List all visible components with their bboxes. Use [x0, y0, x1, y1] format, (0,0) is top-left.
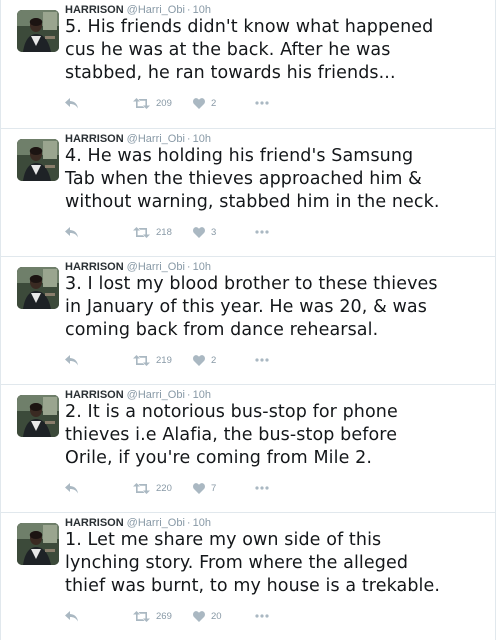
- like-count: 2: [211, 354, 217, 366]
- like-button[interactable]: 7: [193, 480, 216, 496]
- separator: ·: [186, 4, 191, 16]
- author-name[interactable]: HARRISON: [65, 4, 124, 16]
- like-button[interactable]: 20: [193, 608, 222, 624]
- author-handle[interactable]: @Harri_Obi: [127, 4, 185, 16]
- retweet-icon: [133, 610, 150, 622]
- tweet[interactable]: HARRISON @Harri_Obi · 10h 2. It is a notori…: [1, 384, 495, 513]
- tweet-actions: 220 7: [65, 480, 325, 496]
- author-name[interactable]: HARRISON: [65, 261, 124, 273]
- heart-icon: [193, 226, 205, 238]
- reply-icon: [65, 97, 78, 108]
- retweet-count: 269: [156, 610, 172, 622]
- more-button[interactable]: [255, 95, 269, 111]
- retweet-icon: [133, 97, 150, 109]
- retweet-icon: [133, 482, 150, 494]
- more-dots-icon: [255, 486, 269, 490]
- like-count: 20: [211, 610, 222, 622]
- tweet-text: 5. His friends didn't know what happened…: [65, 17, 434, 83]
- reply-icon: [65, 354, 78, 365]
- tweet[interactable]: HARRISON @Harri_Obi · 10h 5. His friends di…: [1, 0, 495, 128]
- tweet-text: 2. It is a notorious bus-stop for phone …: [65, 402, 398, 468]
- separator: ·: [186, 261, 191, 273]
- more-button[interactable]: [255, 480, 269, 496]
- reply-button[interactable]: [65, 352, 78, 368]
- tweet[interactable]: HARRISON @Harri_Obi · 10h 3. I lost my bloo…: [1, 256, 495, 385]
- more-button[interactable]: [255, 224, 269, 240]
- retweet-count: 220: [156, 482, 172, 494]
- separator: ·: [186, 389, 191, 401]
- timestamp[interactable]: 10h: [193, 261, 211, 273]
- reply-icon: [65, 482, 78, 493]
- retweet-count: 209: [156, 97, 172, 109]
- like-count: 3: [211, 226, 217, 238]
- author-handle[interactable]: @Harri_Obi: [127, 517, 185, 529]
- timestamp[interactable]: 10h: [193, 4, 211, 16]
- heart-icon: [193, 97, 205, 109]
- tweet-actions: 269 20: [65, 608, 325, 624]
- retweet-icon: [133, 354, 150, 366]
- avatar[interactable]: [17, 267, 59, 309]
- avatar[interactable]: [17, 10, 59, 52]
- author-handle[interactable]: @Harri_Obi: [127, 389, 185, 401]
- separator: ·: [186, 133, 191, 145]
- heart-icon: [193, 482, 205, 494]
- avatar[interactable]: [17, 395, 59, 437]
- tweet-text: 1. Let me share my own side of this lync…: [65, 530, 441, 596]
- like-button[interactable]: 2: [193, 95, 216, 111]
- avatar[interactable]: [17, 523, 59, 565]
- tweet-timeline: HARRISON @Harri_Obi · 10h 5. His friends di…: [0, 0, 496, 641]
- author-name[interactable]: HARRISON: [65, 389, 124, 401]
- retweet-button[interactable]: 220: [133, 480, 172, 496]
- more-dots-icon: [255, 614, 269, 618]
- retweet-icon: [133, 226, 150, 238]
- retweet-button[interactable]: 219: [133, 352, 172, 368]
- like-count: 2: [211, 97, 217, 109]
- tweet[interactable]: HARRISON @Harri_Obi · 10h 1. Let me share m…: [1, 512, 495, 641]
- author-name[interactable]: HARRISON: [65, 517, 124, 529]
- more-dots-icon: [255, 101, 269, 105]
- reply-button[interactable]: [65, 480, 78, 496]
- timestamp[interactable]: 10h: [193, 389, 211, 401]
- more-button[interactable]: [255, 352, 269, 368]
- like-button[interactable]: 3: [193, 224, 216, 240]
- retweet-button[interactable]: 269: [133, 608, 172, 624]
- more-dots-icon: [255, 358, 269, 362]
- separator: ·: [186, 517, 191, 529]
- tweet-actions: 209 2: [65, 95, 325, 111]
- reply-button[interactable]: [65, 224, 78, 240]
- author-handle[interactable]: @Harri_Obi: [127, 133, 185, 145]
- tweet-actions: 219 2: [65, 352, 325, 368]
- reply-icon: [65, 226, 78, 237]
- reply-icon: [65, 610, 78, 621]
- retweet-button[interactable]: 209: [133, 95, 172, 111]
- timestamp[interactable]: 10h: [193, 517, 211, 529]
- tweet-actions: 218 3: [65, 224, 325, 240]
- retweet-button[interactable]: 218: [133, 224, 172, 240]
- reply-button[interactable]: [65, 95, 78, 111]
- tweet-text: 4. He was holding his friend's Samsung T…: [65, 146, 440, 212]
- retweet-count: 218: [156, 226, 172, 238]
- more-dots-icon: [255, 230, 269, 234]
- timestamp[interactable]: 10h: [193, 133, 211, 145]
- tweet[interactable]: HARRISON @Harri_Obi · 10h 4. He was holding…: [1, 128, 495, 257]
- like-count: 7: [211, 482, 217, 494]
- avatar[interactable]: [17, 139, 59, 181]
- tweet-text: 3. I lost my blood brother to these thie…: [65, 274, 438, 340]
- more-button[interactable]: [255, 608, 269, 624]
- author-name[interactable]: HARRISON: [65, 133, 124, 145]
- like-button[interactable]: 2: [193, 352, 216, 368]
- heart-icon: [193, 610, 205, 622]
- author-handle[interactable]: @Harri_Obi: [127, 261, 185, 273]
- heart-icon: [193, 354, 205, 366]
- retweet-count: 219: [156, 354, 172, 366]
- reply-button[interactable]: [65, 608, 78, 624]
